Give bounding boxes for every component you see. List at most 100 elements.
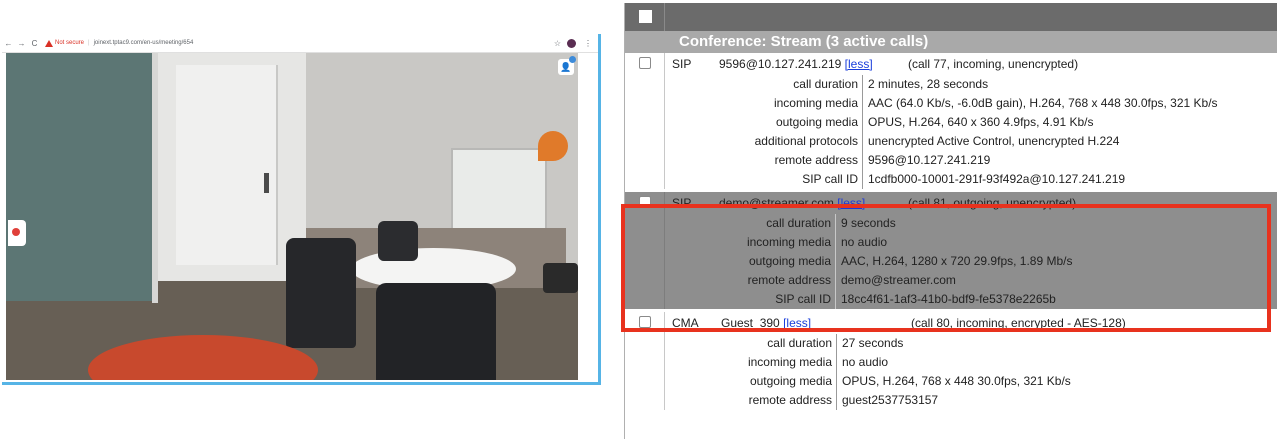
call-row: SIP 9596@10.127.241.219 [less] (call 77,… — [625, 53, 1277, 75]
column-divider — [664, 113, 665, 132]
column-divider — [664, 391, 665, 410]
call-protocol: SIP — [672, 196, 692, 210]
column-divider — [664, 75, 665, 94]
detail-separator — [862, 151, 863, 170]
detail-separator — [835, 290, 836, 309]
detail-label: incoming media — [773, 96, 858, 110]
detail-row: outgoing media AAC, H.264, 1280 x 720 29.… — [625, 252, 1277, 271]
call-protocol: CMA — [672, 316, 699, 330]
detail-row: incoming media AAC (64.0 Kb/s, -6.0dB gai… — [625, 94, 1277, 113]
call-info: (call 80, incoming, encrypted - AES-128) — [911, 316, 1126, 330]
detail-row: call duration 9 seconds — [625, 214, 1277, 233]
detail-value: guest2537753157 — [842, 393, 939, 407]
column-divider — [664, 132, 665, 151]
detail-label: SIP call ID — [775, 292, 831, 306]
chair-front — [376, 283, 496, 380]
column-divider — [664, 353, 665, 372]
detail-row: incoming media no audio — [625, 233, 1277, 252]
panel-header-bar — [625, 3, 1277, 31]
less-link[interactable]: [less] — [783, 316, 811, 330]
column-divider — [664, 334, 665, 353]
chair-left — [286, 238, 356, 348]
column-divider — [664, 214, 665, 233]
detail-value: AAC, H.264, 1280 x 720 29.9fps, 1.89 Mb/… — [841, 254, 1073, 268]
forward-icon[interactable]: → — [15, 39, 28, 48]
column-divider — [664, 151, 665, 170]
call-checkbox[interactable] — [639, 316, 651, 328]
call-address-text: Guest_390 — [721, 316, 780, 330]
detail-label: outgoing media — [749, 374, 832, 388]
column-divider — [664, 3, 665, 31]
detail-value: no audio — [841, 235, 888, 249]
detail-row: incoming media no audio — [625, 353, 1277, 372]
glass-wall — [6, 53, 156, 301]
detail-value: no audio — [842, 355, 889, 369]
browser-toolbar: ← → C Not secure | joinext.tptac9.com/en… — [2, 34, 598, 53]
detail-label: call duration — [766, 216, 831, 230]
detail-label: remote address — [747, 273, 831, 287]
door-handle — [264, 173, 269, 193]
record-icon[interactable] — [12, 228, 20, 236]
video-feed[interactable]: 👤 — [6, 53, 578, 380]
detail-label: outgoing media — [775, 115, 858, 129]
detail-value: 2 minutes, 28 seconds — [868, 77, 989, 91]
conference-title: Conference: Stream (3 active calls) — [625, 31, 1277, 53]
detail-row: call duration 2 minutes, 28 seconds — [625, 75, 1277, 94]
detail-separator — [862, 170, 863, 189]
detail-separator — [862, 132, 863, 151]
not-secure-label[interactable]: Not secure — [55, 40, 84, 46]
column-divider — [664, 252, 665, 271]
detail-row: additional protocols unencrypted Active C… — [625, 132, 1277, 151]
call-address-text: 9596@10.127.241.219 — [719, 57, 842, 71]
detail-row: remote address 9596@10.127.241.219 — [625, 151, 1277, 170]
select-all-checkbox[interactable] — [639, 10, 652, 23]
less-link[interactable]: [less] — [837, 196, 865, 210]
call-address: 9596@10.127.241.219 [less] — [719, 53, 873, 75]
detail-label: remote address — [774, 153, 858, 167]
column-divider — [664, 94, 665, 113]
detail-label: incoming media — [746, 235, 831, 249]
detail-label: outgoing media — [748, 254, 831, 268]
detail-row: call duration 27 seconds — [625, 334, 1277, 353]
detail-label: call duration — [767, 336, 832, 350]
detail-row: remote address guest2537753157 — [625, 391, 1277, 410]
less-link[interactable]: [less] — [845, 57, 873, 71]
door — [176, 65, 278, 265]
detail-value: 1cdfb000-10001-291f-93f492a@10.127.241.2… — [868, 172, 1126, 186]
detail-value: 27 seconds — [842, 336, 904, 350]
back-icon[interactable]: ← — [2, 39, 15, 48]
detail-value: OPUS, H.264, 640 x 360 4.9fps, 4.91 Kb/s — [868, 115, 1094, 129]
detail-value: OPUS, H.264, 768 x 448 30.0fps, 321 Kb/s — [842, 374, 1071, 388]
reload-icon[interactable]: C — [28, 39, 41, 48]
detail-label: remote address — [748, 393, 832, 407]
call-row-highlighted: SIP demo@streamer.com [less] (call 81, o… — [625, 192, 1277, 214]
url-separator: | — [88, 40, 90, 46]
bookmark-star-icon[interactable]: ☆ — [554, 39, 561, 48]
detail-separator — [862, 113, 863, 132]
avatar[interactable] — [567, 38, 576, 48]
call-row: CMA Guest_390 [less] (call 80, incoming,… — [625, 312, 1277, 334]
call-protocol: SIP — [672, 57, 692, 71]
conference-panel: Conference: Stream (3 active calls) SIP … — [624, 3, 1277, 439]
detail-value: AAC (64.0 Kb/s, -6.0dB gain), H.264, 768… — [868, 96, 1218, 110]
menu-icon[interactable]: ⋮ — [584, 39, 592, 48]
call-address: demo@streamer.com [less] — [719, 192, 865, 214]
address-bar[interactable]: joinext.tptac9.com/en-us/meeting/654 — [94, 40, 554, 46]
lamp-shade — [538, 131, 568, 161]
detail-separator — [862, 75, 863, 94]
detail-value: 9596@10.127.241.219 — [868, 153, 991, 167]
column-divider — [664, 53, 665, 75]
detail-separator — [835, 252, 836, 271]
detail-separator — [862, 94, 863, 113]
detail-separator — [836, 353, 837, 372]
detail-label: additional protocols — [754, 134, 858, 148]
detail-separator — [836, 372, 837, 391]
detail-row: remote address demo@streamer.com — [625, 271, 1277, 290]
call-checkbox[interactable] — [639, 57, 651, 69]
call-checkbox[interactable] — [639, 196, 651, 208]
column-divider — [664, 372, 665, 391]
column-divider — [664, 312, 665, 334]
column-divider — [664, 192, 665, 214]
call-info: (call 77, incoming, unencrypted) — [908, 57, 1079, 71]
detail-label: incoming media — [747, 355, 832, 369]
